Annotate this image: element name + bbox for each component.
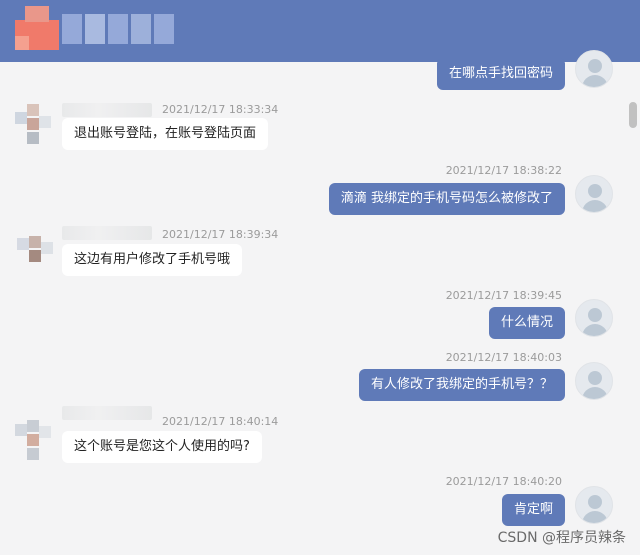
scrollbar[interactable] [629, 102, 637, 128]
user-avatar-icon [575, 362, 613, 400]
message-bubble-out: 在哪点手找回密码 [436, 58, 565, 90]
message-bubble-in: 这个账号是您这个人使用的吗? [62, 431, 262, 463]
user-avatar-icon [575, 486, 613, 524]
message-bubble-out: 什么情况 [488, 307, 565, 339]
message-bubble-out: 滴滴 我绑定的手机号码怎么被修改了 [328, 183, 565, 215]
agent-avatar-icon [15, 420, 53, 464]
message-bubble-in: 退出账号登陆，在账号登陆页面 [62, 118, 269, 150]
user-avatar-icon [575, 50, 613, 88]
agent-avatar-icon [15, 232, 53, 276]
contact-name [62, 14, 177, 44]
message-timestamp: 2021/12/17 18:39:45 [445, 289, 562, 302]
message-timestamp: 2021/12/17 18:33:34 [162, 103, 279, 116]
user-avatar-icon [575, 299, 613, 337]
chat-header [0, 0, 640, 62]
user-avatar-icon [575, 175, 613, 213]
message-bubble-out: 有人修改了我绑定的手机号？？ [358, 369, 565, 401]
message-timestamp: 2021/12/17 18:40:20 [445, 475, 562, 488]
agent-avatar-icon [15, 104, 53, 148]
agent-name [62, 406, 152, 420]
message-bubble-in: 这边有用户修改了手机号哦 [62, 244, 243, 276]
message-timestamp: 2021/12/17 18:39:34 [162, 228, 279, 241]
contact-avatar[interactable] [15, 6, 59, 50]
watermark: CSDN @程序员辣条 [497, 530, 626, 546]
message-timestamp: 2021/12/17 18:40:14 [162, 415, 279, 428]
agent-name [62, 226, 152, 240]
message-bubble-out: 肯定啊 [501, 494, 565, 526]
message-timestamp: 2021/12/17 18:40:03 [445, 351, 562, 364]
message-timestamp: 2021/12/17 18:38:22 [445, 164, 562, 177]
agent-name [62, 103, 152, 117]
